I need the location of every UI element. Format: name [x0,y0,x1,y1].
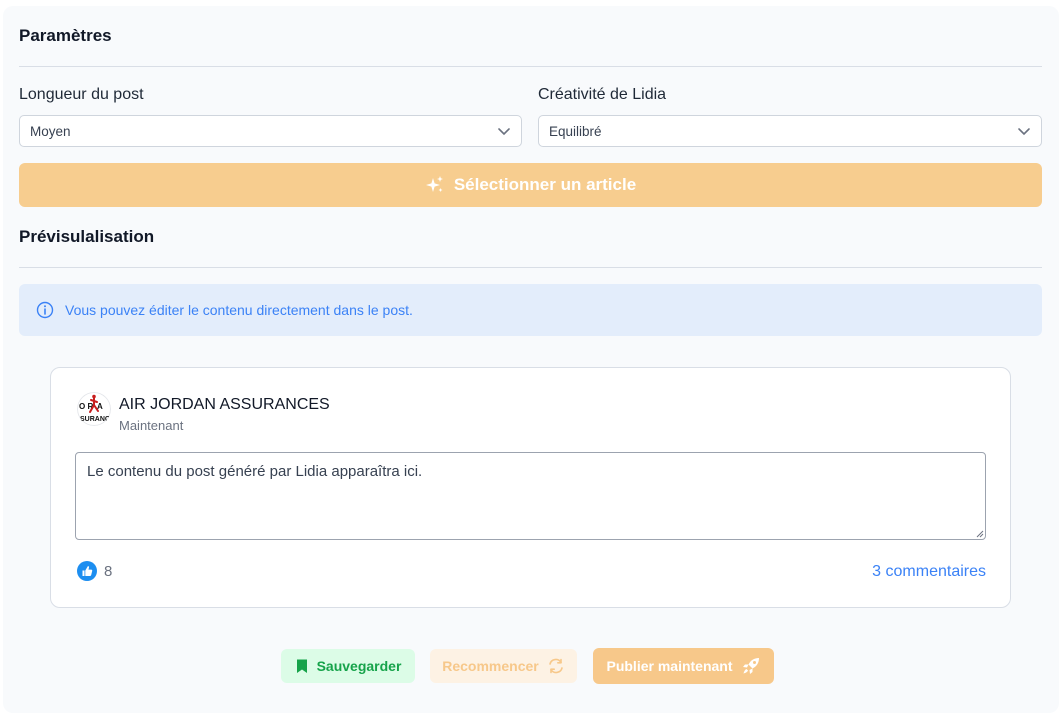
comments-link[interactable]: 3 commentaires [872,563,986,581]
post-length-value: Moyen [30,123,71,139]
company-name: AIR JORDAN ASSURANCES [119,396,330,413]
info-icon [36,301,54,319]
select-article-button[interactable]: Sélectionner un article [19,163,1042,207]
restart-button[interactable]: Recommencer [430,649,577,683]
svg-text:SURANC: SURANC [80,416,110,423]
restart-label: Recommencer [442,658,539,674]
rocket-icon [742,658,759,674]
company-avatar: O R A SURANC [77,392,111,426]
post-timestamp: Maintenant [119,418,184,433]
bookmark-icon [296,659,307,673]
refresh-icon [548,658,563,674]
preview-divider [19,267,1042,268]
chevron-down-icon [498,128,510,136]
resize-handle-icon[interactable] [975,529,984,538]
post-content-editor[interactable]: Le contenu du post généré par Lidia appa… [75,452,986,540]
publish-now-button[interactable]: Publier maintenant [593,648,774,684]
parameters-title: Paramètres [19,26,112,45]
post-placeholder-text: Le contenu du post généré par Lidia appa… [87,463,423,480]
post-length-select[interactable]: Moyen [19,115,522,147]
save-button[interactable]: Sauvegarder [281,649,415,683]
likes-count: 8 [104,562,113,580]
save-label: Sauvegarder [316,658,402,674]
creativity-label: Créativité de Lidia [538,86,667,103]
settings-panel: Paramètres Longueur du post Moyen Créati… [3,6,1059,713]
post-preview-card: O R A SURANC AIR JORDAN ASSURANCES Maint… [50,367,1011,608]
select-article-label: Sélectionner un article [453,175,637,194]
chevron-down-icon [1018,128,1030,136]
sparkles-icon [425,176,443,192]
publish-label: Publier maintenant [606,658,733,674]
likes-summary: 8 [77,561,112,581]
post-length-label: Longueur du post [19,86,144,103]
info-text: Vous pouvez éditer le contenu directemen… [65,302,413,318]
parameters-divider [19,66,1042,67]
thumbs-up-icon [77,561,97,581]
preview-title: Prévisulalisation [19,227,155,246]
info-banner: Vous pouvez éditer le contenu directemen… [19,284,1042,336]
creativity-select[interactable]: Equilibré [538,115,1042,147]
creativity-value: Equilibré [549,123,602,139]
